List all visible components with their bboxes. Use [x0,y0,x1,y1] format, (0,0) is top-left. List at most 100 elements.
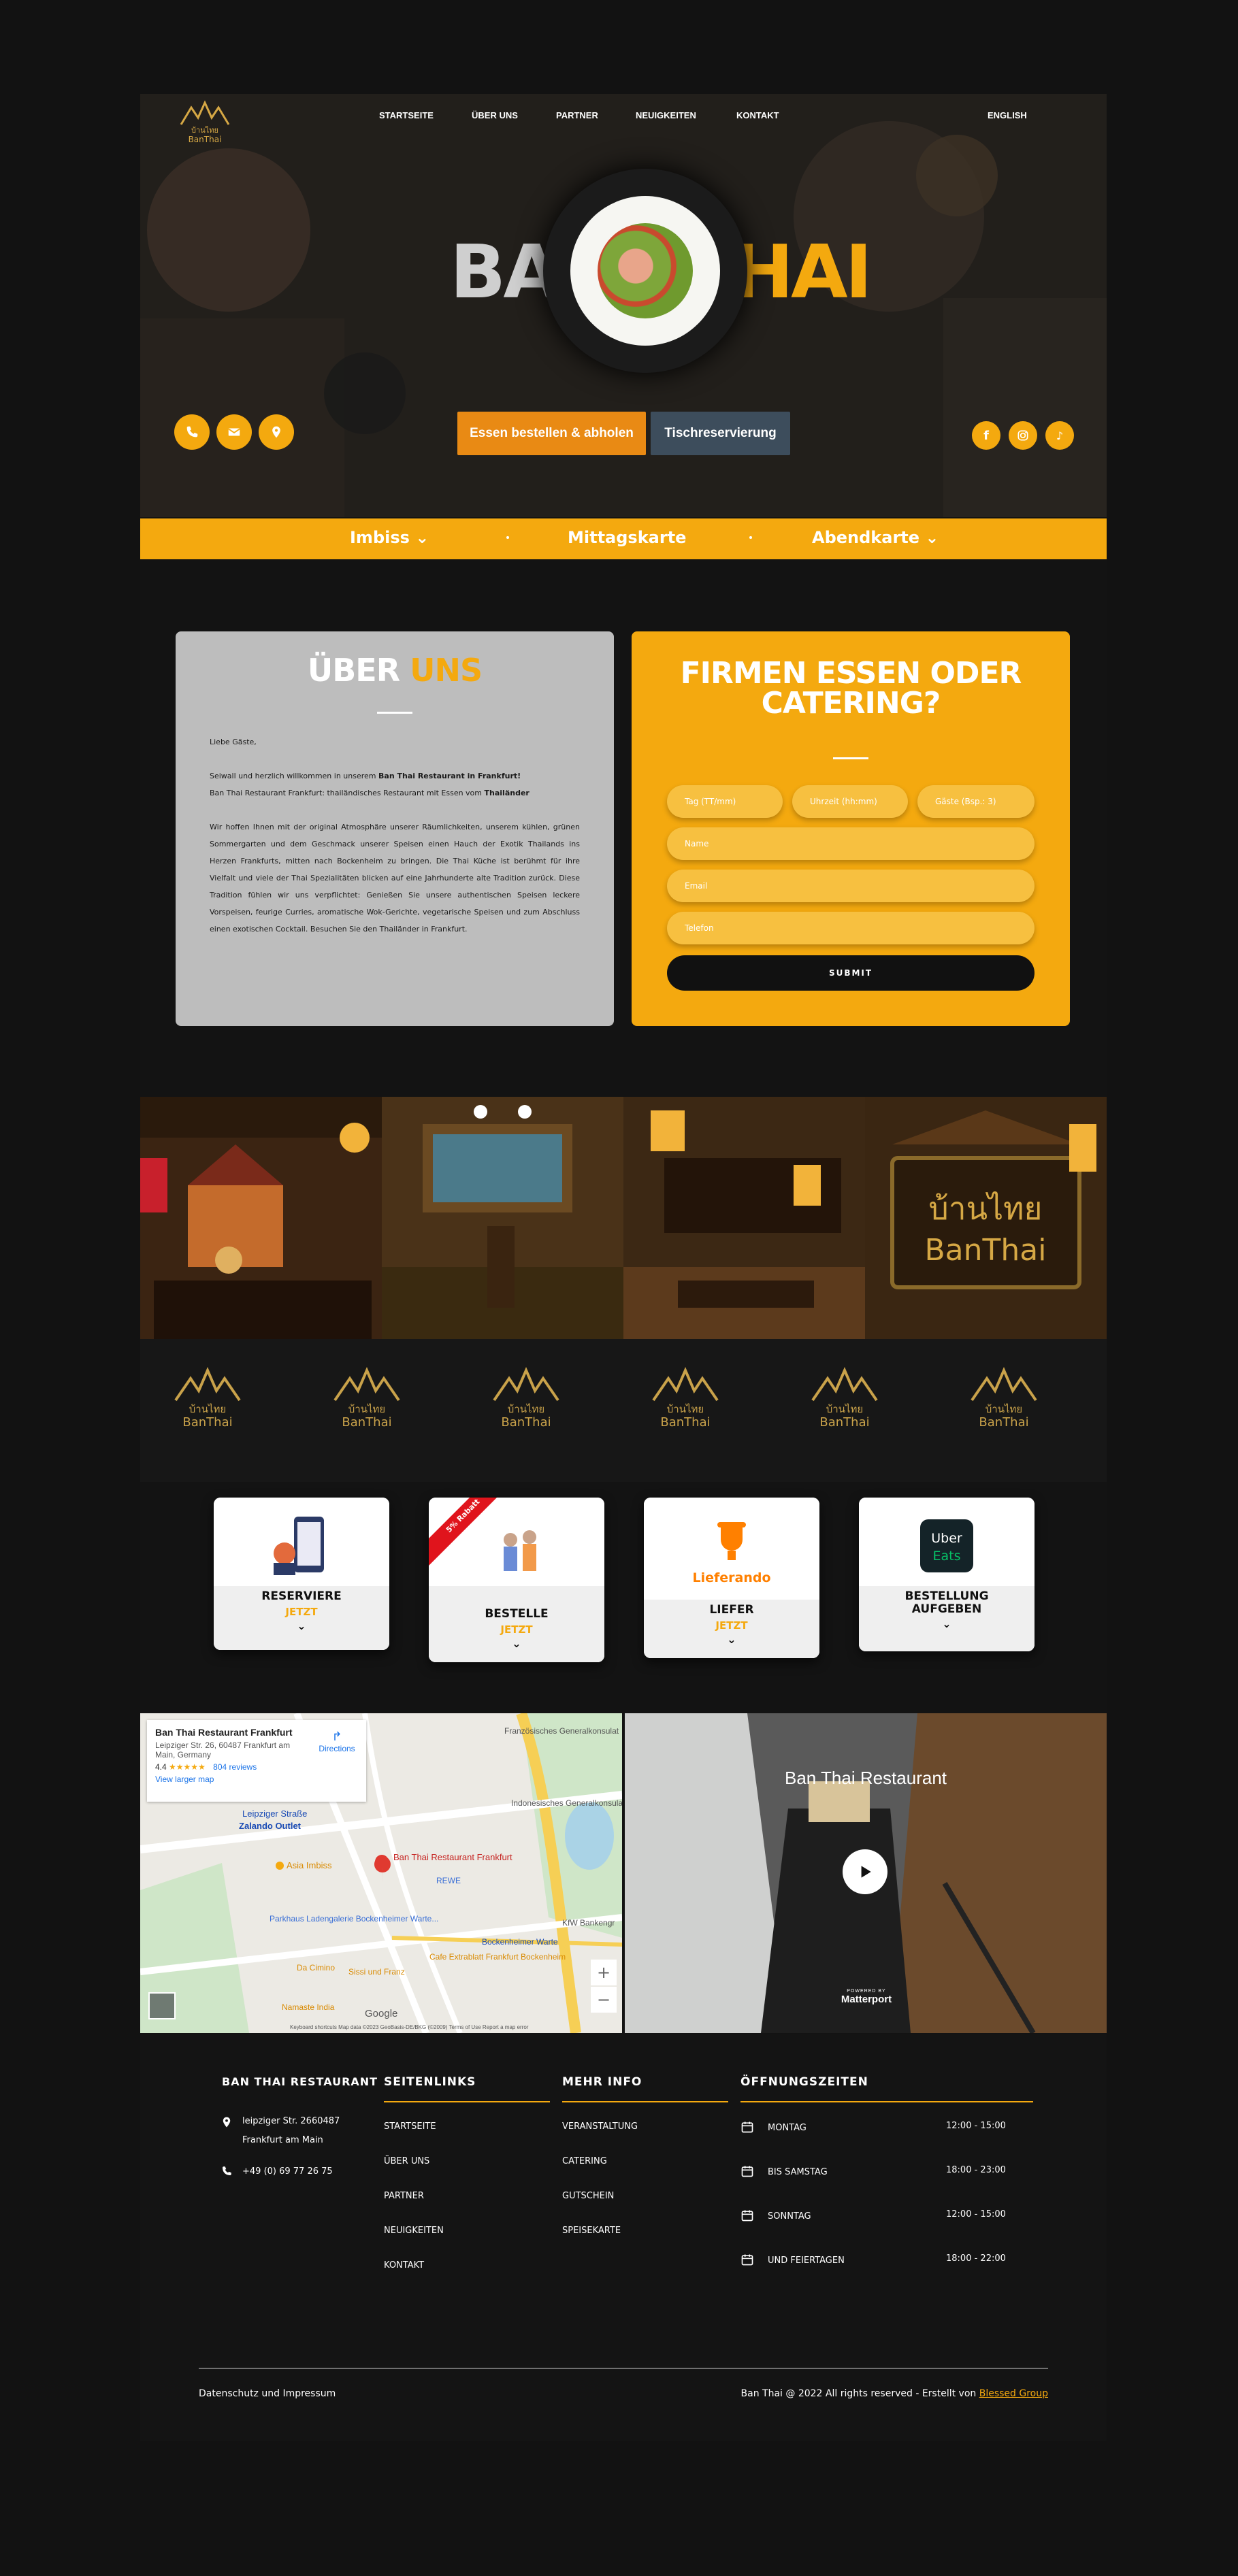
gallery-photo-sign[interactable]: บ้านไทย BanThai [865,1097,1107,1339]
footer-link[interactable]: ÜBER UNS [384,2156,429,2166]
directions-label: Directions [319,1744,355,1753]
submit-button[interactable]: SUBMIT [667,955,1035,991]
service-title: RESERVIERE [261,1589,342,1603]
map-larger-link[interactable]: View larger map [155,1774,358,1784]
table-reservation-button[interactable]: Tischreservierung [651,412,790,455]
service-image [214,1498,389,1586]
footer-info-link[interactable]: CATERING [562,2156,607,2166]
map-directions[interactable]: ↱ Directions [314,1730,359,1753]
footer-divider [384,2101,550,2102]
name-field[interactable]: Name [667,827,1035,860]
about-welcome-b: Ban Thai Restaurant in Frankfurt! [378,772,521,780]
instagram-button[interactable] [1009,421,1037,450]
google-map[interactable]: Asia Imbiss Leipziger Straße Zalando Out… [140,1713,622,2033]
footer-link[interactable]: STARTSEITE [384,2121,436,2132]
date-field[interactable]: Tag (TT/mm) [667,785,783,818]
map-label-parkhaus: Parkhaus Ladengalerie Bockenheimer Warte… [270,1914,438,1923]
svg-text:BanThai: BanThai [660,1415,710,1430]
footer-info-link[interactable]: SPEISEKARTE [562,2226,621,2236]
creator-link[interactable]: Blessed Group [979,2388,1048,2399]
footer-phone[interactable]: +49 (0) 69 77 26 75 [242,2166,333,2177]
about-subtitle: Ban Thai Restaurant Frankfurt: thailändi… [210,785,580,802]
zoom-in-button[interactable]: + [591,1960,617,1985]
nav-ueber-uns[interactable]: ÜBER UNS [472,110,518,120]
map-info-card: Ban Thai Restaurant Frankfurt Leipziger … [147,1720,366,1802]
nav-neuigkeiten[interactable]: NEUIGKEITEN [636,110,696,120]
hours-day: UND FEIERTAGEN [768,2256,845,2266]
matterport-tour[interactable]: Ban Thai Restaurant POWERED BY Matterpor… [625,1713,1107,2033]
ubereats-logo: Uber Eats [920,1519,973,1572]
nav-partner[interactable]: PARTNER [556,110,598,120]
time-field[interactable]: Uhrzeit (hh:mm) [792,785,908,818]
svg-text:บ้านไทย: บ้านไทย [985,1403,1022,1415]
map-reviews-link[interactable]: 804 reviews [213,1762,257,1772]
powered-by: POWERED BY [847,1989,886,1994]
language-switch[interactable]: ENGLISH [988,110,1027,120]
menu-bar: Imbiss ⌄ Mittagskarte Abendkarte ⌄ [140,518,1107,559]
svg-text:บ้านไทย: บ้านไทย [826,1403,863,1415]
legal-link[interactable]: Datenschutz und Impressum [199,2388,336,2399]
service-card-deliver[interactable]: Lieferando LIEFER JETZT ⌄ [644,1498,819,1658]
location-pin-icon [272,426,280,438]
zoom-out-button[interactable]: − [591,1987,617,2013]
site-logo[interactable]: บ้านไทย BanThai [174,97,235,145]
menu-imbiss[interactable]: Imbiss ⌄ [350,528,429,547]
service-title: BESTELLUNG [905,1589,989,1603]
footer-link[interactable]: KONTAKT [384,2260,424,2270]
hero-plate-image [543,169,747,373]
service-label: BESTELLUNG AUFGEBEN ⌄ [859,1586,1035,1651]
map-place-address: Leipziger Str. 26, 60487 Frankfurt am Ma… [155,1740,291,1760]
footer-link[interactable]: PARTNER [384,2191,424,2201]
gallery-photo-dining-room[interactable] [623,1097,865,1339]
email-field[interactable]: Email [667,870,1035,902]
chevron-down-icon: ⌄ [942,1617,951,1630]
svg-text:บ้านไทย: บ้านไทย [348,1403,385,1415]
menu-mittagskarte[interactable]: Mittagskarte [568,528,686,547]
footer: BAN THAI RESTAURANT leipziger Str. 26604… [140,2034,1107,2441]
svg-text:BanThai: BanThai [979,1415,1028,1430]
service-label: LIEFER JETZT ⌄ [644,1600,819,1658]
facebook-icon: f [983,428,989,443]
footer-info-link[interactable]: GUTSCHEIN [562,2191,614,2201]
guests-field[interactable]: Gäste (Bsp.: 3) [917,785,1035,818]
about-title-white: ÜBER [307,652,400,689]
menu-abendkarte[interactable]: Abendkarte ⌄ [812,528,939,547]
service-card-reserve[interactable]: RESERVIERE JETZT ⌄ [214,1498,389,1650]
logo-strip: บ้านไทย BanThai บ้านไทย BanThai บ้านไทย Ban… [140,1339,1107,1482]
nav-startseite[interactable]: STARTSEITE [379,110,434,120]
star-rating-icon: ★★★★★ [169,1762,206,1772]
service-card-order[interactable]: 5% Rabatt BESTELLE JETZT ⌄ [429,1498,604,1662]
banthai-logo: บ้านไทยBanThai [811,1366,878,1430]
menu-separator [506,536,509,539]
satellite-toggle[interactable] [148,1992,176,2019]
about-text: Liebe Gäste, Seiwall und herzlich willko… [210,733,580,955]
service-image: Uber Eats [859,1498,1035,1586]
nav-kontakt[interactable]: KONTAKT [736,110,779,120]
footer-info-link[interactable]: VERANSTALTUNG [562,2121,638,2132]
phone-icon [186,426,198,437]
order-pickup-button[interactable]: Essen bestellen & abholen [457,412,646,455]
gallery-photo-shrine[interactable] [140,1097,382,1339]
play-button[interactable] [843,1849,887,1894]
phone-icon [223,2166,231,2175]
footer-divider [562,2101,728,2102]
calendar-icon [741,2254,753,2266]
svg-text:บ้านไทย: บ้านไทย [508,1403,544,1415]
hours-day: MONTAG [768,2123,807,2133]
facebook-button[interactable]: f [972,421,1000,450]
email-button[interactable] [216,414,252,450]
catering-divider [833,757,868,759]
phone-field[interactable]: Telefon [667,912,1035,944]
service-card-ubereats[interactable]: Uber Eats BESTELLUNG AUFGEBEN ⌄ [859,1498,1035,1651]
footer-hours-title: ÖFFNUNGSZEITEN [740,2075,868,2089]
service-image: 5% Rabatt [429,1498,604,1586]
tiktok-button[interactable]: ♪ [1045,421,1074,450]
footer-links-title: SEITENLINKS [384,2075,476,2089]
footer-info-title: MEHR INFO [562,2075,642,2089]
gallery-photo-painting[interactable] [382,1097,623,1339]
footer-link[interactable]: NEUIGKEITEN [384,2226,444,2236]
location-button[interactable] [259,414,294,450]
phone-button[interactable] [174,414,210,450]
hours-day: BIS SAMSTAG [768,2167,828,2177]
lieferando-logo: Lieferando [692,1522,771,1585]
